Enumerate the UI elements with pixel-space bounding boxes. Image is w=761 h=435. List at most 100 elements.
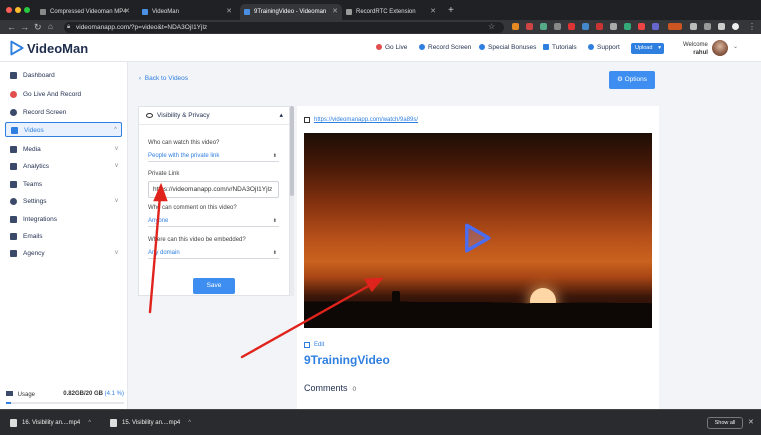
brand-logo[interactable]: VideoMan xyxy=(9,39,88,57)
rss-extension-icon[interactable] xyxy=(512,23,519,30)
usage-value: 0.82GB/20 GB xyxy=(63,391,103,397)
email-icon xyxy=(10,233,17,240)
panel-header[interactable]: Visibility & Privacy ▴ xyxy=(139,107,289,125)
download-item[interactable]: 15. Visibility an....mp4 ^ xyxy=(110,418,191,428)
extension-icon[interactable] xyxy=(554,23,561,30)
close-tab-icon[interactable]: ✕ xyxy=(226,4,232,20)
nav-tutorials[interactable]: Tutorials xyxy=(543,44,577,51)
close-tab-icon[interactable]: ✕ xyxy=(430,4,436,20)
sidebar-item-media[interactable]: Media v xyxy=(5,142,122,157)
back-arrow-icon[interactable]: ← xyxy=(7,21,16,33)
extension-icon[interactable] xyxy=(638,23,645,30)
extension-badge-icon[interactable] xyxy=(668,23,682,30)
home-icon[interactable]: ⌂ xyxy=(48,21,53,33)
upload-label: Upload xyxy=(635,45,653,51)
close-window-icon[interactable] xyxy=(6,7,12,13)
sidebar-item-record-screen[interactable]: Record Screen xyxy=(5,105,122,120)
extension-icon[interactable] xyxy=(718,23,725,30)
nav-support[interactable]: Support xyxy=(588,44,620,51)
chevron-up-icon: ^ xyxy=(114,127,117,133)
welcome-text: Welcome xyxy=(683,42,708,48)
nav-record-screen[interactable]: Record Screen xyxy=(419,44,471,51)
close-tab-icon[interactable]: ✕ xyxy=(332,4,338,20)
eye-icon xyxy=(146,113,153,118)
embed-select[interactable]: Any domain ⬍ xyxy=(148,248,279,259)
reload-icon[interactable]: ↻ xyxy=(34,21,42,33)
options-button[interactable]: ⚙ Options xyxy=(609,71,655,89)
comment-select[interactable]: Anyone ⬍ xyxy=(148,216,279,227)
sidebar-item-label: Teams xyxy=(23,181,43,188)
sidebar-item-agency[interactable]: Agency v xyxy=(5,246,122,261)
sidebar-item-go-live-and-record[interactable]: Go Live And Record xyxy=(5,87,122,102)
caret-up-icon[interactable]: ^ xyxy=(88,420,91,426)
close-tab-icon[interactable]: ✕ xyxy=(124,4,130,20)
panel-scrollbar-thumb[interactable] xyxy=(290,106,294,196)
tab-title: Compressed Videoman MP4 xyxy=(50,9,127,15)
extension-icon[interactable] xyxy=(690,23,697,30)
edit-link[interactable]: Edit xyxy=(304,342,324,348)
comments-heading: Comments 0 xyxy=(304,383,356,393)
nav-go-live[interactable]: Go Live xyxy=(376,44,407,51)
extension-icon[interactable] xyxy=(540,23,547,30)
sidebar-item-label: Agency xyxy=(23,250,45,257)
sidebar-item-label: Settings xyxy=(23,198,47,205)
upload-button[interactable]: Upload ▾ xyxy=(631,43,664,54)
nav-label: Support xyxy=(597,44,620,51)
video-watch-link[interactable]: https://videomanapp.com/watch/9a89s/ xyxy=(304,117,418,123)
extension-icon[interactable] xyxy=(526,23,533,30)
caret-up-icon[interactable]: ▴ xyxy=(279,107,283,125)
extension-icon[interactable] xyxy=(610,23,617,30)
browser-tab-active[interactable]: 9TrainingVideo - Videoman ✕ xyxy=(240,4,342,20)
extension-icon[interactable] xyxy=(568,23,575,30)
profile-icon[interactable] xyxy=(732,23,739,30)
video-player[interactable] xyxy=(304,133,652,328)
forward-arrow-icon[interactable]: → xyxy=(20,21,29,33)
chevron-down-icon[interactable]: ⌄ xyxy=(733,43,738,50)
nav-special-bonuses[interactable]: Special Bonuses xyxy=(479,44,536,51)
browser-tab[interactable]: Compressed Videoman MP4 ✕ xyxy=(36,4,134,20)
video-link-text: https://videomanapp.com/watch/9a89s/ xyxy=(314,117,419,123)
who-watch-select[interactable]: People with the private link ⬍ xyxy=(148,151,279,162)
chevron-down-icon: v xyxy=(115,146,118,152)
avatar[interactable] xyxy=(712,40,728,56)
tab-title: VideoMan xyxy=(152,9,179,15)
caret-up-icon[interactable]: ^ xyxy=(188,420,191,426)
minimize-window-icon[interactable] xyxy=(15,7,21,13)
sidebar-item-emails[interactable]: Emails xyxy=(5,229,122,244)
extension-icon[interactable] xyxy=(624,23,631,30)
sidebar-item-label: Go Live And Record xyxy=(23,91,82,98)
analytics-icon xyxy=(10,163,17,170)
download-item[interactable]: 16. Visibility an....mp4 ^ xyxy=(10,418,91,428)
extension-icon[interactable] xyxy=(596,23,603,30)
star-icon[interactable]: ☆ xyxy=(488,21,495,33)
comment-label: Who can comment on this video? xyxy=(148,205,237,211)
extension-icon[interactable] xyxy=(582,23,589,30)
puzzle-icon[interactable] xyxy=(704,23,711,30)
sidebar-item-integrations[interactable]: Integrations xyxy=(5,212,122,227)
download-name: 16. Visibility an....mp4 xyxy=(22,420,81,426)
sidebar-item-label: Media xyxy=(23,146,41,153)
gear-icon: ⚙ xyxy=(616,76,623,83)
media-icon xyxy=(10,146,17,153)
nav-label: Record Screen xyxy=(428,44,472,51)
sidebar-item-dashboard[interactable]: Dashboard xyxy=(5,68,122,83)
sidebar-item-teams[interactable]: Teams xyxy=(5,177,122,192)
chevron-down-icon: v xyxy=(115,163,118,169)
address-bar[interactable]: 🔒︎ videomanapp.com/?p=video&t=NDA3OjI1Yj… xyxy=(64,22,504,33)
sidebar-item-videos[interactable]: Videos ^ xyxy=(5,122,122,137)
extension-icon[interactable] xyxy=(652,23,659,30)
more-menu-icon[interactable]: ⋮ xyxy=(748,21,756,33)
sidebar-item-settings[interactable]: Settings v xyxy=(5,194,122,209)
browser-tab[interactable]: VideoMan ✕ xyxy=(138,4,236,20)
new-tab-icon[interactable]: + xyxy=(448,4,454,18)
close-icon[interactable]: ✕ xyxy=(748,418,754,426)
back-to-videos-link[interactable]: ‹ Back to Videos xyxy=(139,75,188,82)
private-link-field[interactable]: https://videomanapp.com/v/NDA3OjI1Yjlz xyxy=(148,181,279,198)
play-button-icon[interactable] xyxy=(460,221,494,255)
options-label: Options xyxy=(624,76,648,83)
browser-tab[interactable]: RecordRTC Extension ✕ xyxy=(342,4,440,20)
sidebar-item-analytics[interactable]: Analytics v xyxy=(5,159,122,174)
save-button[interactable]: Save xyxy=(193,278,235,294)
maximize-window-icon[interactable] xyxy=(24,7,30,13)
show-all-button[interactable]: Show all xyxy=(707,417,743,429)
